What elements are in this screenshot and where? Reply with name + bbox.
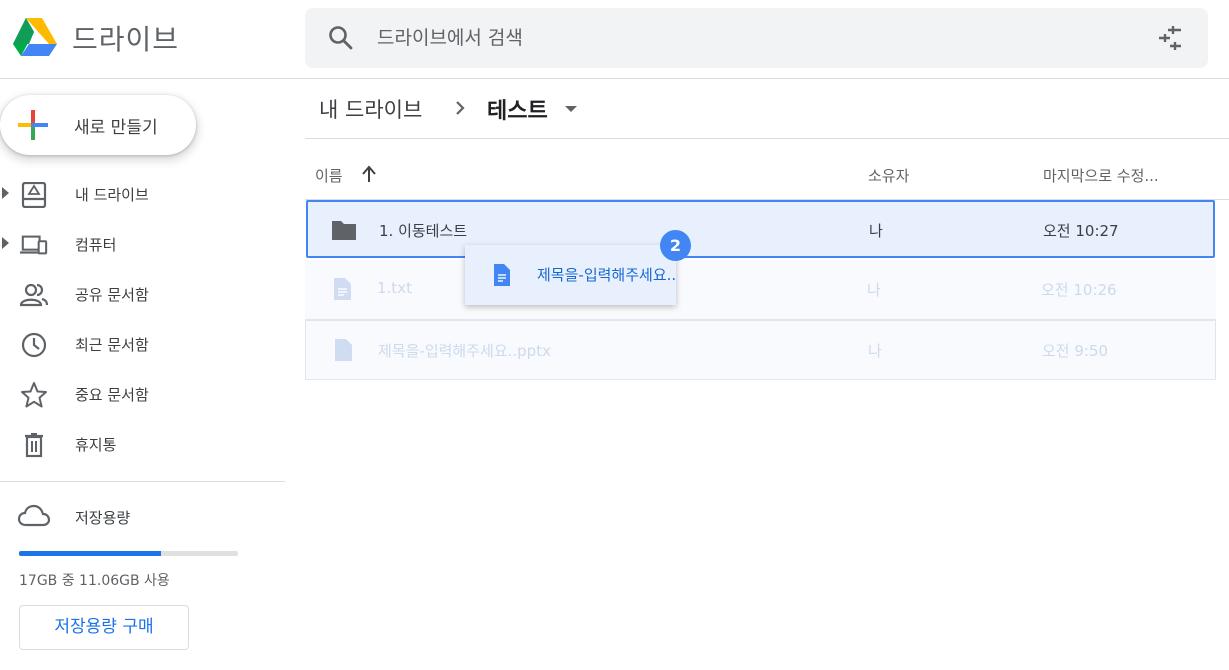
sidebar-item-recent[interactable]: 최근 문서함: [0, 322, 285, 366]
column-header-modified[interactable]: 마지막으로 수정...: [1043, 165, 1159, 186]
cloud-icon: [18, 504, 50, 527]
column-header-name[interactable]: 이름: [315, 165, 343, 186]
file-modified: 오전 9:50: [1042, 342, 1109, 360]
file-name: 제목을-입력해주세요..pptx: [378, 342, 551, 360]
storage-label[interactable]: 저장용량: [75, 507, 130, 528]
breadcrumb-root[interactable]: 내 드라이브: [319, 94, 422, 124]
new-button-label: 새로 만들기: [74, 118, 158, 138]
sidebar-item-label: 내 드라이브: [75, 186, 149, 204]
sidebar-item-trash[interactable]: 휴지통: [0, 422, 285, 466]
chevron-right-icon: [456, 101, 465, 115]
storage-progress-fill: [19, 551, 162, 556]
sidebar-item-shared[interactable]: 공유 문서함: [0, 272, 285, 316]
file-modified: 오전 10:26: [1041, 281, 1117, 299]
plus-icon: [18, 110, 48, 140]
storage-progress-bar: [19, 551, 238, 556]
file-modified: 오전 10:27: [1043, 222, 1119, 240]
table-row[interactable]: 1.txt 나 오전 10:26: [305, 260, 1216, 320]
search-bar[interactable]: [305, 8, 1208, 68]
breadcrumb: 내 드라이브 테스트: [305, 79, 1229, 139]
sidebar-item-starred[interactable]: 중요 문서함: [0, 372, 285, 416]
shared-icon: [20, 283, 48, 307]
new-button[interactable]: 새로 만들기: [0, 95, 196, 155]
sidebar-item-computers[interactable]: 컴퓨터: [0, 222, 285, 266]
sidebar-item-label: 공유 문서함: [75, 286, 149, 304]
dropdown-arrow-icon[interactable]: [564, 104, 578, 114]
storage-usage-text: 17GB 중 11.06GB 사용: [19, 573, 170, 589]
recent-icon: [21, 332, 47, 358]
folder-icon: [332, 221, 356, 240]
computers-icon: [20, 235, 48, 255]
my-drive-icon: [21, 182, 47, 208]
document-icon: [334, 278, 351, 300]
drag-preview-label: 제목을-입력해주세요..pptx: [537, 266, 676, 284]
breadcrumb-current-folder[interactable]: 테스트: [487, 93, 548, 125]
table-row[interactable]: 제목을-입력해주세요..pptx 나 오전 9:50: [305, 320, 1216, 380]
file-name: 1. 이동테스트: [379, 222, 468, 240]
sidebar-divider: [0, 481, 285, 482]
top-header: 드라이브: [0, 0, 1229, 79]
app-title: 드라이브: [72, 23, 180, 56]
document-icon: [494, 264, 510, 286]
file-owner: 나: [868, 342, 882, 360]
column-header-owner[interactable]: 소유자: [868, 165, 909, 186]
expand-arrow-icon[interactable]: [2, 187, 10, 199]
table-row[interactable]: 1. 이동테스트 나 오전 10:27: [306, 200, 1215, 258]
drive-logo-icon[interactable]: [12, 16, 58, 58]
file-name: 1.txt: [377, 279, 412, 297]
file-owner: 나: [869, 222, 883, 240]
search-icon[interactable]: [327, 24, 355, 52]
sidebar-item-label: 중요 문서함: [75, 386, 149, 404]
sidebar-item-my-drive[interactable]: 내 드라이브: [0, 172, 285, 216]
sidebar-item-label: 휴지통: [75, 436, 117, 454]
file-owner: 나: [867, 281, 881, 299]
sidebar-item-label: 최근 문서함: [75, 336, 149, 354]
trash-icon: [25, 433, 43, 458]
drag-preview[interactable]: 제목을-입력해주세요..pptx: [465, 245, 676, 305]
buy-storage-button[interactable]: 저장용량 구매: [19, 605, 189, 650]
expand-arrow-icon[interactable]: [2, 237, 10, 249]
search-input[interactable]: [377, 22, 1117, 54]
drag-count-badge: 2: [660, 230, 691, 261]
sort-arrow-up-icon[interactable]: [360, 164, 378, 184]
file-icon: [335, 339, 352, 361]
sidebar-item-label: 컴퓨터: [75, 236, 117, 254]
search-options-icon[interactable]: [1155, 24, 1185, 52]
star-icon: [21, 382, 47, 408]
